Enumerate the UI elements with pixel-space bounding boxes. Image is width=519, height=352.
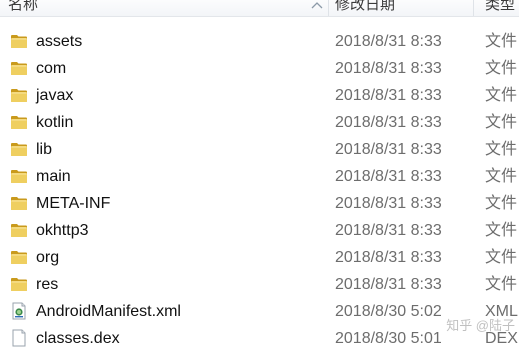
file-name: assets — [36, 33, 83, 50]
folder-icon — [10, 275, 28, 293]
file-type: 文件 — [485, 276, 518, 293]
file-date-modified: 2018/8/31 8:33 — [335, 168, 442, 185]
file-name: org — [36, 249, 60, 266]
file-type: 文件 — [485, 33, 518, 50]
file-date-modified: 2018/8/30 5:02 — [335, 303, 442, 320]
column-header-type-label: 类型 — [485, 0, 516, 13]
file-type: 文件 — [485, 141, 518, 158]
file-name: res — [36, 276, 59, 293]
folder-icon — [10, 59, 28, 77]
column-header-type[interactable]: 类型 — [474, 0, 519, 16]
file-date-modified: 2018/8/31 8:33 — [335, 33, 442, 50]
folder-icon — [10, 113, 28, 131]
file-row[interactable]: AndroidManifest.xml 2018/8/30 5:02 XML — [0, 298, 519, 325]
file-date-modified: 2018/8/31 8:33 — [335, 276, 442, 293]
file-date-modified: 2018/8/31 8:33 — [335, 222, 442, 239]
file-date-modified: 2018/8/30 5:01 — [335, 330, 442, 347]
folder-icon — [10, 140, 28, 158]
file-row[interactable]: assets 2018/8/31 8:33 文件 — [0, 28, 519, 55]
file-name: com — [36, 60, 67, 77]
folder-icon — [10, 86, 28, 104]
file-name: kotlin — [36, 114, 74, 131]
file-date-modified: 2018/8/31 8:33 — [335, 87, 442, 104]
file-name: javax — [36, 87, 74, 104]
folder-icon — [10, 221, 28, 239]
file-date-modified: 2018/8/31 8:33 — [335, 141, 442, 158]
file-row[interactable]: kotlin 2018/8/31 8:33 文件 — [0, 109, 519, 136]
folder-icon — [10, 248, 28, 266]
file-icon — [10, 329, 28, 347]
file-name: AndroidManifest.xml — [36, 303, 181, 320]
file-type: 文件 — [485, 60, 518, 77]
file-type: 文件 — [485, 222, 518, 239]
xml-file-icon — [10, 302, 28, 320]
file-date-modified: 2018/8/31 8:33 — [335, 249, 442, 266]
column-header-bar: 名称 修改日期 类型 — [0, 0, 519, 17]
file-row[interactable]: lib 2018/8/31 8:33 文件 — [0, 136, 519, 163]
file-date-modified: 2018/8/31 8:33 — [335, 195, 442, 212]
file-row[interactable]: res 2018/8/31 8:33 文件 — [0, 271, 519, 298]
file-type: 文件 — [485, 114, 518, 131]
file-row[interactable]: org 2018/8/31 8:33 文件 — [0, 244, 519, 271]
folder-icon — [10, 167, 28, 185]
file-type: 文件 — [485, 249, 518, 266]
file-row[interactable]: classes.dex 2018/8/30 5:01 DEX — [0, 325, 519, 352]
folder-icon — [10, 32, 28, 50]
sort-ascending-icon — [311, 2, 323, 9]
file-row[interactable]: javax 2018/8/31 8:33 文件 — [0, 82, 519, 109]
file-name: lib — [36, 141, 53, 158]
file-name: classes.dex — [36, 330, 120, 347]
file-date-modified: 2018/8/31 8:33 — [335, 114, 442, 131]
file-list-view: 名称 修改日期 类型 assets 2018/8/31 8:33 文件 com 2018… — [0, 0, 519, 352]
file-date-modified: 2018/8/31 8:33 — [335, 60, 442, 77]
column-header-name[interactable]: 名称 — [0, 0, 328, 16]
file-type: 文件 — [485, 87, 518, 104]
column-header-name-label: 名称 — [8, 0, 39, 13]
column-header-date-label: 修改日期 — [335, 0, 396, 13]
file-row[interactable]: com 2018/8/31 8:33 文件 — [0, 55, 519, 82]
file-name: main — [36, 168, 71, 185]
file-row[interactable]: okhttp3 2018/8/31 8:33 文件 — [0, 217, 519, 244]
file-row[interactable]: META-INF 2018/8/31 8:33 文件 — [0, 190, 519, 217]
file-name: META-INF — [36, 195, 111, 212]
folder-icon — [10, 194, 28, 212]
file-rows: assets 2018/8/31 8:33 文件 com 2018/8/31 8:33 文… — [0, 28, 519, 352]
file-type: 文件 — [485, 195, 518, 212]
column-header-date-modified[interactable]: 修改日期 — [329, 0, 473, 16]
file-name: okhttp3 — [36, 222, 89, 239]
watermark: 知乎 @陆子 — [446, 318, 515, 333]
file-type: 文件 — [485, 168, 518, 185]
file-row[interactable]: main 2018/8/31 8:33 文件 — [0, 163, 519, 190]
